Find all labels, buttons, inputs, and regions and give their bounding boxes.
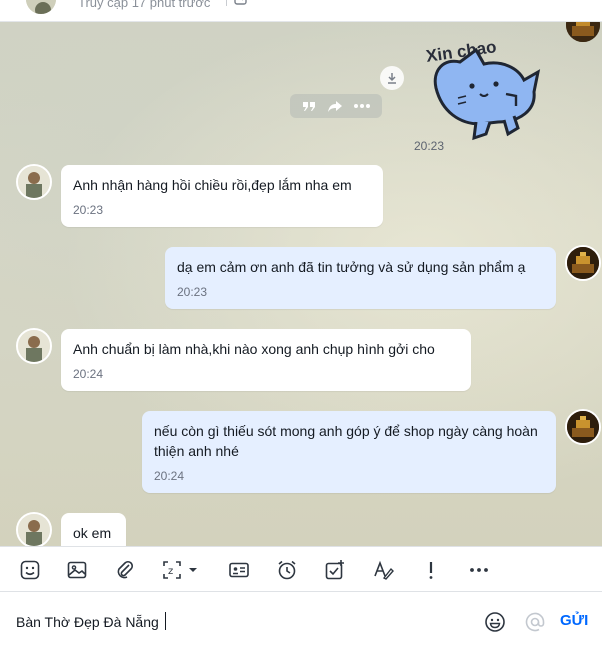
chat-header: Truy cập 17 phút trước xyxy=(0,0,602,22)
sender-avatar[interactable] xyxy=(16,512,52,546)
shop-avatar[interactable] xyxy=(565,409,601,445)
image-icon[interactable] xyxy=(65,558,89,582)
message-bubble[interactable]: Anh nhận hàng hồi chiều rồi,đẹp lắm nha … xyxy=(61,165,383,227)
send-button[interactable]: GỬI xyxy=(560,612,588,629)
emoji-icon[interactable] xyxy=(484,611,506,633)
task-icon[interactable] xyxy=(323,558,347,582)
quote-icon[interactable] xyxy=(301,99,317,113)
urgent-icon[interactable] xyxy=(419,558,443,582)
more-options-icon[interactable] xyxy=(353,103,371,109)
message-text: Anh nhận hàng hồi chiều rồi,đẹp lắm nha … xyxy=(73,177,352,193)
forward-icon[interactable] xyxy=(327,99,343,113)
last-seen-status: Truy cập 17 phút trước xyxy=(78,0,211,10)
message-time: 20:24 xyxy=(154,469,185,483)
message-bubble[interactable]: dạ em cảm ơn anh đã tin tưởng và sử dụng… xyxy=(165,247,556,309)
message-time: 20:23 xyxy=(73,203,104,217)
cat-sticker[interactable]: Xin chao xyxy=(420,22,550,150)
mention-icon[interactable] xyxy=(524,611,546,633)
message-text: ok em xyxy=(73,525,112,541)
header-divider xyxy=(226,0,227,6)
contact-avatar[interactable] xyxy=(24,0,58,16)
reminder-icon[interactable] xyxy=(275,558,299,582)
text-caret xyxy=(165,612,166,630)
svg-text:z: z xyxy=(168,566,173,577)
more-icon[interactable] xyxy=(467,558,491,582)
sender-avatar[interactable] xyxy=(16,164,52,200)
download-icon[interactable] xyxy=(380,66,404,90)
message-text: dạ em cảm ơn anh đã tin tưởng và sử dụng… xyxy=(177,259,526,275)
message-bubble[interactable]: ok em xyxy=(61,513,126,546)
composer-toolbar: z xyxy=(0,546,602,592)
message-text: Anh chuẩn bị làm nhà,khi nào xong anh ch… xyxy=(73,341,435,357)
message-composer: GỬI xyxy=(0,592,602,648)
shop-avatar[interactable] xyxy=(566,22,600,42)
attachment-icon[interactable] xyxy=(113,558,137,582)
sender-avatar[interactable] xyxy=(16,328,52,364)
text-format-icon[interactable] xyxy=(371,558,395,582)
message-time: 20:23 xyxy=(177,285,208,299)
message-input[interactable] xyxy=(16,611,456,633)
sticker-icon[interactable] xyxy=(18,558,42,582)
message-text: nếu còn gì thiếu sót mong anh góp ý để s… xyxy=(154,423,538,459)
shop-avatar[interactable] xyxy=(565,245,601,281)
business-card-icon[interactable] xyxy=(227,558,251,582)
message-actions xyxy=(290,94,382,118)
message-list[interactable]: Xin chao 20:23 Anh nhận hàng hồi chiều r… xyxy=(0,22,602,546)
edit-icon[interactable] xyxy=(234,0,250,6)
message-time: 20:24 xyxy=(73,367,104,381)
message-bubble[interactable]: nếu còn gì thiếu sót mong anh góp ý để s… xyxy=(142,411,556,493)
message-bubble[interactable]: Anh chuẩn bị làm nhà,khi nào xong anh ch… xyxy=(61,329,471,391)
sticker-timestamp: 20:23 xyxy=(414,139,445,153)
screenshot-icon[interactable]: z xyxy=(161,558,201,582)
